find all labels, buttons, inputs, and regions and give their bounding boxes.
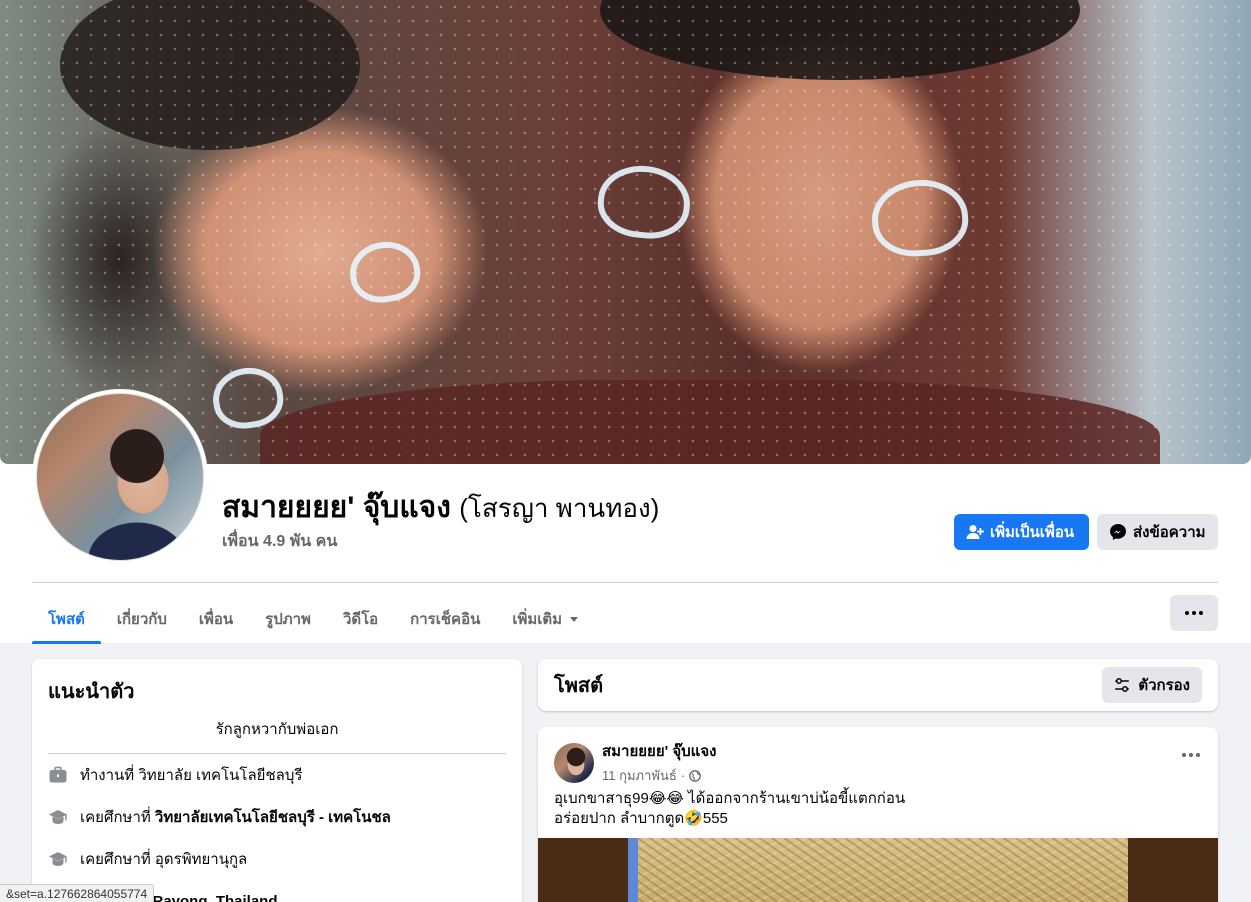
- tab-label: เพื่อน: [198, 611, 234, 628]
- post-text-line: อุเบกขาสาธุ99😂😂 ได้ออกจากร้านเขาบ่น้อขี้…: [554, 790, 906, 807]
- briefcase-icon: [49, 766, 67, 783]
- tab-label: วิดีโอ: [342, 611, 379, 628]
- tab-friends[interactable]: เพื่อน: [183, 595, 249, 643]
- posts-title: โพสต์: [554, 675, 604, 697]
- intro-item-prefix: เคยศึกษาที่: [80, 809, 155, 826]
- profile-header: สมายยยย' จุ๊บแจง (โสรญา พานทอง) เพื่อน 4…: [0, 0, 1251, 644]
- intro-item-text: เคยศึกษาที่ อุดรพิทยานุกูล: [80, 847, 247, 871]
- post-author[interactable]: สมายยยย' จุ๊บแจง: [602, 739, 716, 763]
- avatar[interactable]: [554, 742, 594, 783]
- profile-name-block: สมายยยย' จุ๊บแจง (โสรญา พานทอง) เพื่อน 4…: [222, 489, 659, 554]
- header-divider: [32, 582, 1218, 583]
- tab-videos[interactable]: วิดีโอ: [327, 595, 394, 643]
- sliders-icon: [1115, 678, 1130, 692]
- post-card: สมายยยย' จุ๊บแจง 11 กุมภาพันธ์ · อุเบกขา…: [538, 727, 1218, 902]
- post-photo: [628, 838, 1128, 902]
- add-friend-label: เพิ่มเป็นเพื่อน: [990, 524, 1075, 541]
- post-meta: 11 กุมภาพันธ์ ·: [602, 765, 716, 786]
- message-button[interactable]: ส่งข้อความ: [1097, 514, 1218, 550]
- ellipsis-icon: [1189, 753, 1193, 757]
- globe-icon: [689, 769, 702, 782]
- friends-count[interactable]: เพื่อน 4.9 พัน คน: [222, 529, 659, 554]
- add-friend-button[interactable]: เพิ่มเป็นเพื่อน: [954, 514, 1089, 550]
- tab-label: โพสต์: [48, 611, 85, 628]
- graduation-cap-icon: [49, 852, 67, 866]
- ellipsis-icon: [1182, 753, 1186, 757]
- profile-display-name: สมายยยย' จุ๊บแจง: [222, 491, 451, 524]
- tab-label: เกี่ยวกับ: [116, 611, 167, 628]
- intro-item-value[interactable]: วิทยาลัย เทคโนโลยีชลบุรี: [138, 767, 302, 784]
- tab-label: การเช็คอิน: [410, 611, 481, 628]
- intro-title: แนะนำตัว: [48, 681, 135, 703]
- intro-item-prefix: เคยศึกษาที่: [80, 851, 155, 868]
- filter-label: ตัวกรอง: [1138, 677, 1190, 694]
- post-image[interactable]: [538, 838, 1218, 902]
- intro-item-education: เคยศึกษาที่ วิทยาลัยเทคโนโลยีชลบุรี - เท…: [48, 796, 506, 838]
- meta-separator: ·: [680, 768, 686, 783]
- post-options-button[interactable]: [1182, 753, 1200, 757]
- tab-about[interactable]: เกี่ยวกับ: [101, 595, 183, 643]
- message-label: ส่งข้อความ: [1133, 524, 1206, 541]
- post-photo-detail: [628, 838, 638, 902]
- post-author-block: สมายยยย' จุ๊บแจง 11 กุมภาพันธ์ ·: [602, 739, 716, 786]
- cover-photo[interactable]: [0, 0, 1251, 464]
- ellipsis-icon: [1185, 611, 1189, 615]
- status-bar-url: &set=a.127662864055774: [0, 884, 155, 902]
- intro-item-education: เคยศึกษาที่ อุดรพิทยานุกูล: [48, 838, 506, 880]
- glitter-overlay: [0, 0, 1251, 464]
- tab-label: เพิ่มเติม: [512, 611, 563, 628]
- intro-card: แนะนำตัว รักลูกหวากับพ่อเอก ทำงานที่ วิท…: [32, 659, 522, 902]
- post-date[interactable]: 11 กุมภาพันธ์: [602, 765, 677, 786]
- intro-item-text: เคยศึกษาที่ วิทยาลัยเทคโนโลยีชลบุรี - เท…: [80, 805, 391, 829]
- tab-checkins[interactable]: การเช็คอิน: [394, 595, 496, 643]
- post-text-line: อร่อยปาก ลำบากตูด🤣555: [554, 810, 728, 827]
- profile-more-button[interactable]: [1170, 595, 1218, 631]
- intro-item-work: ทำงานที่ วิทยาลัย เทคโนโลยีชลบุรี: [48, 754, 506, 796]
- tab-photos[interactable]: รูปภาพ: [249, 595, 327, 643]
- caret-down-icon: [570, 616, 579, 622]
- intro-item-text: ทำงานที่ วิทยาลัย เทคโนโลยีชลบุรี: [80, 763, 302, 787]
- ellipsis-icon: [1196, 753, 1200, 757]
- profile-tabs: โพสต์ เกี่ยวกับ เพื่อน รูปภาพ วิดีโอ การ…: [32, 595, 594, 644]
- tab-label: รูปภาพ: [265, 611, 311, 628]
- intro-item-prefix: ทำงานที่: [80, 767, 139, 784]
- intro-item-value[interactable]: อุดรพิทยานุกูล: [155, 851, 247, 868]
- intro-item-value[interactable]: วิทยาลัยเทคโนโลยีชลบุรี - เทคโนชล: [155, 809, 391, 826]
- add-person-icon: [966, 525, 984, 539]
- intro-bio: รักลูกหวากับพ่อเอก: [48, 717, 506, 754]
- profile-avatar[interactable]: [32, 389, 208, 565]
- ellipsis-icon: [1192, 611, 1196, 615]
- graduation-cap-icon: [49, 810, 67, 824]
- posts-header-card: โพสต์ ตัวกรอง: [538, 659, 1218, 711]
- tab-posts[interactable]: โพสต์: [32, 595, 101, 644]
- messenger-icon: [1110, 524, 1126, 540]
- avatar: [36, 393, 204, 561]
- profile-alternate-name: (โสรญา พานทอง): [459, 493, 660, 523]
- profile-name: สมายยยย' จุ๊บแจง (โสรญา พานทอง): [222, 489, 659, 527]
- ellipsis-icon: [1199, 611, 1203, 615]
- filter-button[interactable]: ตัวกรอง: [1102, 667, 1202, 703]
- post-text: อุเบกขาสาธุ99😂😂 ได้ออกจากร้านเขาบ่น้อขี้…: [554, 789, 905, 829]
- tab-more[interactable]: เพิ่มเติม: [496, 595, 594, 643]
- post-header: สมายยยย' จุ๊บแจง 11 กุมภาพันธ์ ·: [554, 739, 716, 786]
